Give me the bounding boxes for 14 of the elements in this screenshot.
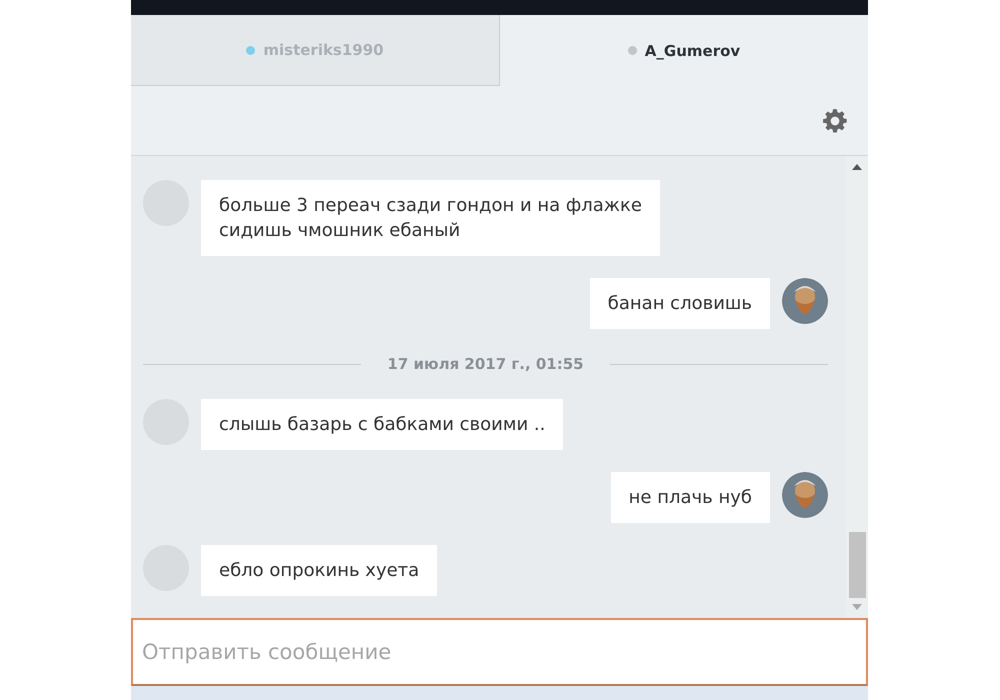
message-bubble: слышь базарь с бабками своими .. — [201, 399, 564, 450]
scroll-up-icon[interactable] — [852, 164, 862, 170]
settings-icon[interactable] — [822, 108, 848, 134]
date-separator: 17 июля 2017 г., 01:55 — [387, 355, 584, 373]
message-bubble: ебло опрокинь хуета — [201, 545, 438, 596]
avatar-bearded-character-icon — [782, 472, 828, 518]
message-bubble: банан словишь — [590, 278, 770, 329]
scroll-down-icon[interactable] — [852, 604, 862, 610]
message-input[interactable]: Отправить сообщение — [131, 618, 868, 686]
chat-tab[interactable]: A_Gumerov — [500, 15, 868, 86]
avatar-bearded-character-icon — [782, 278, 828, 324]
message-bubble: не плачь нуб — [610, 472, 770, 523]
message-bubble: больше 3 переач сзади гондон и на флажке сидишь чмошник ебаный — [201, 180, 660, 256]
scroll-thumb[interactable] — [848, 532, 866, 598]
